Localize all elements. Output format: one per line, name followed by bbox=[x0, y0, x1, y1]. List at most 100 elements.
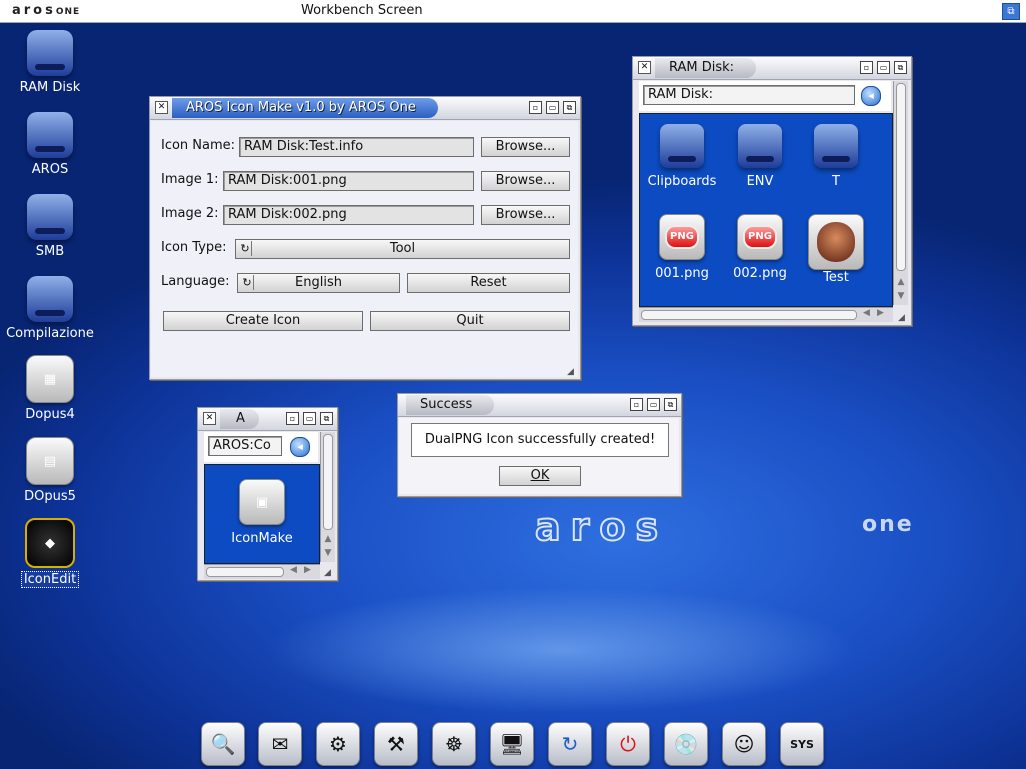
image2-label: Image 2: bbox=[161, 206, 219, 221]
file-icon-label: 002.png bbox=[733, 266, 787, 281]
reset-button[interactable]: Reset bbox=[407, 273, 570, 293]
tools-icon[interactable]: ⚒ bbox=[374, 722, 418, 766]
desktop-icon-smb[interactable]: SMB bbox=[5, 194, 95, 259]
resize-icon[interactable]: ◢ bbox=[898, 313, 908, 323]
power-icon[interactable]: ⏻ bbox=[606, 722, 650, 766]
drawer-icon bbox=[738, 124, 782, 168]
vertical-scrollbar[interactable]: ▲ ▼ bbox=[893, 81, 908, 305]
image1-field[interactable]: RAM Disk:001.png bbox=[223, 171, 474, 191]
path-field[interactable]: AROS:Co bbox=[208, 436, 282, 456]
depth-icon[interactable]: ⧉ bbox=[894, 61, 907, 74]
vertical-scrollbar[interactable]: ▲ ▼ bbox=[320, 432, 335, 562]
file-icon-t[interactable]: T bbox=[796, 124, 876, 189]
png-icon: PNG bbox=[737, 214, 783, 260]
scroll-thumb[interactable] bbox=[641, 310, 857, 320]
file-icon-001png[interactable]: PNG 001.png bbox=[642, 214, 722, 281]
icon-name-field[interactable]: RAM Disk:Test.info bbox=[239, 137, 474, 157]
scroll-right-icon[interactable]: ▶ bbox=[304, 565, 311, 575]
iconify-icon[interactable]: ▫ bbox=[630, 398, 643, 411]
depth-icon[interactable]: ⧉ bbox=[664, 398, 677, 411]
cycle-icon: ↻ bbox=[239, 241, 252, 256]
file-icon-002png[interactable]: PNG 002.png bbox=[720, 214, 800, 281]
search-icon[interactable]: 🔍 bbox=[201, 722, 245, 766]
file-icon-env[interactable]: ENV bbox=[720, 124, 800, 189]
file-icon-label: ENV bbox=[746, 174, 774, 189]
indian-chief-icon[interactable]: ☸ bbox=[432, 722, 476, 766]
icon-type-cycle[interactable]: ↻ Tool bbox=[235, 239, 570, 259]
go-parent-icon[interactable]: ◂ bbox=[861, 86, 881, 106]
scroll-left-icon[interactable]: ◀ bbox=[290, 565, 297, 575]
scroll-thumb[interactable] bbox=[896, 83, 906, 271]
zoom-icon[interactable]: ▭ bbox=[303, 412, 316, 425]
resize-icon[interactable]: ◢ bbox=[324, 568, 334, 578]
monitor-icon[interactable]: 🖥 bbox=[490, 722, 534, 766]
desktop-icon-compilazione[interactable]: Compilazione bbox=[5, 276, 95, 341]
browse-icon-name-button[interactable]: Browse... bbox=[481, 137, 570, 157]
desktop-icon-ram-disk[interactable]: RAM Disk bbox=[5, 30, 95, 95]
iconify-icon[interactable]: ▫ bbox=[286, 412, 299, 425]
close-icon[interactable]: ✕ bbox=[203, 412, 216, 425]
image1-label: Image 1: bbox=[161, 172, 219, 187]
file-icon-test[interactable]: Test bbox=[796, 214, 876, 285]
zoom-icon[interactable]: ▭ bbox=[546, 101, 559, 114]
window-titlebar[interactable]: ✕ A ▫ ▭ ⧉ bbox=[198, 408, 337, 431]
window-titlebar[interactable]: ✕ AROS Icon Make v1.0 by AROS One ▫ ▭ ⧉ bbox=[150, 97, 580, 120]
einstein-icon[interactable]: ☺ bbox=[722, 722, 766, 766]
window-title: A bbox=[220, 409, 259, 429]
scroll-right-icon[interactable]: ▶ bbox=[877, 308, 884, 318]
path-field[interactable]: RAM Disk: bbox=[643, 85, 855, 105]
iconify-icon[interactable]: ▫ bbox=[529, 101, 542, 114]
icon-type-label: Icon Type: bbox=[161, 240, 227, 255]
window-titlebar[interactable]: Success ▫ ▭ ⧉ bbox=[398, 394, 681, 417]
scroll-down-icon[interactable]: ▼ bbox=[895, 291, 907, 301]
settings-gear-icon[interactable]: ⚙ bbox=[316, 722, 360, 766]
path-bar: RAM Disk: ◂ bbox=[639, 81, 891, 111]
desktop-icon-label: RAM Disk bbox=[19, 80, 81, 95]
iconify-icon[interactable]: ▫ bbox=[860, 61, 873, 74]
refresh-icon[interactable]: ↻ bbox=[548, 722, 592, 766]
scroll-up-icon[interactable]: ▲ bbox=[322, 534, 334, 544]
scroll-thumb[interactable] bbox=[323, 434, 333, 530]
zoom-icon[interactable]: ▭ bbox=[647, 398, 660, 411]
browse-image2-button[interactable]: Browse... bbox=[481, 205, 570, 225]
create-icon-button[interactable]: Create Icon bbox=[163, 311, 363, 331]
desktop-icon-label: Dopus4 bbox=[25, 407, 75, 422]
close-icon[interactable]: ✕ bbox=[638, 61, 651, 74]
file-view: ▣ IconMake bbox=[204, 464, 320, 564]
drawer-icon bbox=[814, 124, 858, 168]
file-icon-iconmake[interactable]: ▣ IconMake bbox=[222, 479, 302, 546]
scroll-down-icon[interactable]: ▼ bbox=[322, 548, 334, 558]
file-icon-label: T bbox=[832, 174, 840, 189]
path-bar: AROS:Co ◂ bbox=[204, 432, 318, 462]
go-parent-icon[interactable]: ◂ bbox=[290, 437, 310, 457]
depth-icon[interactable]: ⧉ bbox=[320, 412, 333, 425]
sys-icon[interactable]: SYS bbox=[780, 722, 824, 766]
resize-icon[interactable]: ◢ bbox=[567, 367, 577, 377]
mail-icon[interactable]: ✉ bbox=[258, 722, 302, 766]
close-icon[interactable]: ✕ bbox=[155, 101, 168, 114]
depth-icon[interactable]: ⧉ bbox=[563, 101, 576, 114]
scroll-thumb[interactable] bbox=[206, 567, 284, 577]
desktop-icon-dopus5[interactable]: ▤ DOpus5 bbox=[5, 437, 95, 504]
horizontal-scrollbar[interactable]: ◀ ▶ bbox=[639, 307, 893, 322]
scroll-left-icon[interactable]: ◀ bbox=[863, 308, 870, 318]
desktop-icon-iconedit[interactable]: ◆ IconEdit bbox=[5, 518, 95, 588]
quit-button[interactable]: Quit bbox=[370, 311, 570, 331]
image2-field[interactable]: RAM Disk:002.png bbox=[223, 205, 474, 225]
language-cycle[interactable]: ↻ English bbox=[237, 273, 400, 293]
desktop-icon-dopus4[interactable]: ▦ Dopus4 bbox=[5, 355, 95, 422]
window-titlebar[interactable]: ✕ RAM Disk: ▫ ▭ ⧉ bbox=[633, 57, 911, 80]
file-icon-clipboards[interactable]: Clipboards bbox=[642, 124, 722, 189]
drive-icon bbox=[27, 276, 73, 322]
zoom-icon[interactable]: ▭ bbox=[877, 61, 890, 74]
depth-gadget-icon[interactable]: ⧉ bbox=[1002, 3, 1020, 20]
browse-image1-button[interactable]: Browse... bbox=[481, 171, 570, 191]
scroll-up-icon[interactable]: ▲ bbox=[895, 277, 907, 287]
horizontal-scrollbar[interactable]: ◀ ▶ bbox=[204, 564, 320, 579]
demon-icon bbox=[808, 214, 864, 270]
ramdisk-window: ✕ RAM Disk: ▫ ▭ ⧉ RAM Disk: ◂ Clipboards… bbox=[632, 56, 912, 326]
ok-button[interactable]: OK bbox=[499, 466, 581, 486]
desktop-icon-aros[interactable]: AROS bbox=[5, 112, 95, 177]
iconmake-icon: ▣ bbox=[239, 479, 285, 525]
disk-icon[interactable]: 💿 bbox=[664, 722, 708, 766]
